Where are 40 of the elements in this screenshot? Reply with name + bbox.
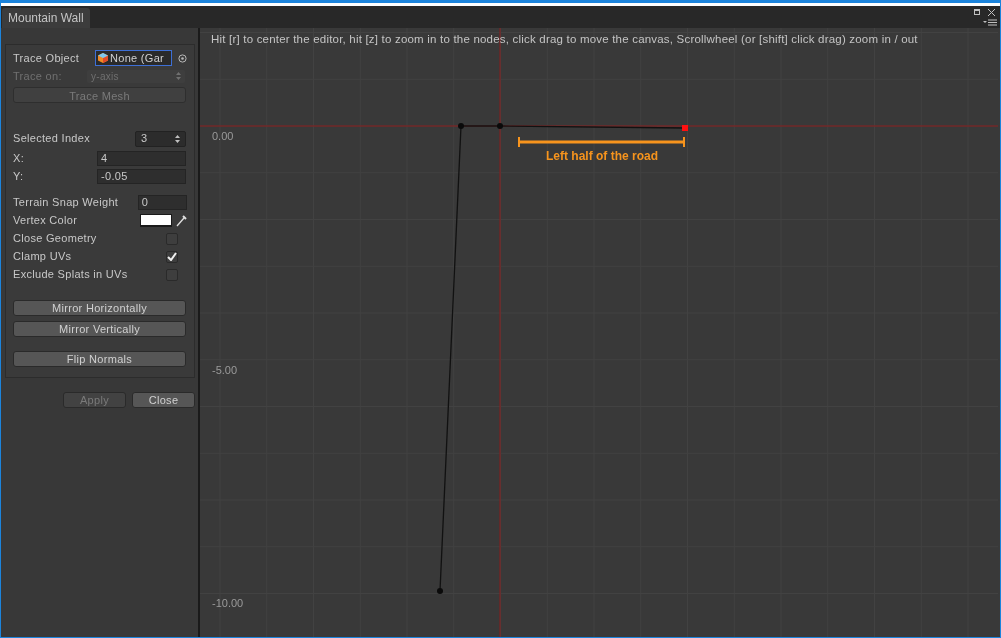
stepper-icon	[175, 134, 180, 143]
color-swatch[interactable]	[140, 214, 172, 227]
object-field[interactable]: None (Gar	[95, 50, 172, 66]
checkmark-icon	[167, 252, 177, 261]
action-button[interactable]: Mirror Horizontally	[13, 299, 186, 316]
checkbox-label: Close Geometry	[13, 231, 98, 247]
menu-icon[interactable]	[983, 19, 997, 26]
maximize-icon[interactable]	[974, 9, 980, 15]
number-field[interactable]: -0.05	[97, 169, 186, 184]
checkbox-label: Exclude Splats in UVs	[13, 267, 129, 283]
footer-button[interactable]: Close	[132, 391, 195, 408]
instructions-text: Hit [r] to center the editor, hit [z] to zoom in to the nodes, click drag to move the canvas, Scrollwheel (or [shift] click drag) zoom in / out	[211, 32, 918, 47]
field-label: Selected Index	[13, 131, 91, 147]
action-button[interactable]: Flip Normals	[13, 350, 186, 367]
number-field[interactable]: 0	[137, 195, 187, 210]
node-point[interactable]	[458, 123, 464, 129]
index-dropdown[interactable]: 3	[135, 130, 186, 147]
number-field[interactable]: 4	[97, 151, 186, 166]
close-icon[interactable]	[987, 8, 996, 17]
node-point[interactable]	[497, 123, 503, 129]
node-point[interactable]	[437, 588, 443, 594]
annotation-label: Left half of the road	[546, 148, 658, 165]
action-button[interactable]: Mirror Vertically	[13, 320, 186, 337]
field-label: Vertex Color	[13, 213, 79, 229]
field-label: Terrain Snap Weight	[13, 195, 120, 211]
eyedropper-icon[interactable]	[176, 214, 187, 227]
stepper-icon	[176, 72, 181, 80]
field-label: Y:	[13, 169, 25, 185]
axis-value-label: -5.00	[212, 363, 238, 378]
node-canvas[interactable]: Hit [r] to center the editor, hit [z] to zoom in to the nodes, click drag to move the canvas, Scrollwheel (or [shift] click drag) zoom in / out 0.00 -5.00 -10.00 Left half of the road	[200, 28, 1000, 637]
checkbox[interactable]	[166, 250, 178, 263]
axis-value-label: -10.00	[212, 596, 244, 611]
target-icon[interactable]	[178, 53, 187, 63]
cube-icon	[98, 53, 108, 63]
axis-value-label: 0.00	[212, 129, 234, 144]
window-tab[interactable]: Mountain Wall	[2, 8, 90, 28]
checkbox-label: Clamp UVs	[13, 249, 73, 265]
field-label: X:	[13, 151, 25, 167]
field-label: Trace Object	[13, 50, 81, 66]
selected-node[interactable]	[682, 125, 688, 131]
